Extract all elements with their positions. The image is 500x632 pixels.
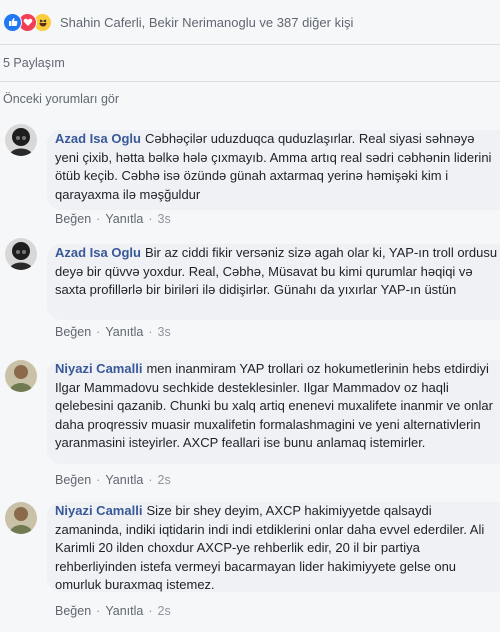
separator: · bbox=[96, 473, 101, 487]
comment-author[interactable]: Azad Isa Oglu bbox=[55, 131, 141, 146]
avatar[interactable] bbox=[5, 124, 37, 156]
comment-bubble: Niyazi Camalli men inanmiram YAP trollari… bbox=[47, 360, 500, 464]
separator: · bbox=[96, 325, 101, 339]
comment-actions: Beğen · Yanıtla · 3s bbox=[55, 325, 171, 339]
comment-bubble: Azad Isa Oglu Cəbhəçilər uduzduqca quduzl… bbox=[47, 130, 500, 210]
like-button[interactable]: Beğen bbox=[55, 604, 91, 618]
separator: · bbox=[148, 473, 153, 487]
reply-button[interactable]: Yanıtla bbox=[105, 212, 143, 226]
separator: · bbox=[96, 604, 101, 618]
previous-comments-link[interactable]: Önceki yorumları gör bbox=[3, 92, 119, 106]
like-button[interactable]: Beğen bbox=[55, 325, 91, 339]
comment-time[interactable]: 2s bbox=[158, 604, 171, 618]
reaction-icons bbox=[3, 12, 52, 32]
separator: · bbox=[148, 325, 153, 339]
reactions-text[interactable]: Shahin Caferli, Bekir Nerimanoglu ve 387… bbox=[60, 15, 353, 30]
avatar[interactable] bbox=[5, 238, 37, 270]
comment-author[interactable]: Niyazi Camalli bbox=[55, 503, 142, 518]
like-button[interactable]: Beğen bbox=[55, 473, 91, 487]
avatar[interactable] bbox=[5, 502, 37, 534]
comment-time[interactable]: 3s bbox=[158, 325, 171, 339]
shares-link[interactable]: 5 Paylaşım bbox=[3, 56, 65, 70]
comment-actions: Beğen · Yanıtla · 2s bbox=[55, 473, 171, 487]
comment-time[interactable]: 2s bbox=[158, 473, 171, 487]
separator: · bbox=[96, 212, 101, 226]
reply-button[interactable]: Yanıtla bbox=[105, 325, 143, 339]
comment-author[interactable]: Niyazi Camalli bbox=[55, 361, 142, 376]
comment-actions: Beğen · Yanıtla · 2s bbox=[55, 604, 171, 618]
comment-author[interactable]: Azad Isa Oglu bbox=[55, 245, 141, 260]
reactions-bar[interactable]: Shahin Caferli, Bekir Nerimanoglu ve 387… bbox=[0, 8, 500, 36]
avatar[interactable] bbox=[5, 360, 37, 392]
comment-time[interactable]: 3s bbox=[158, 212, 171, 226]
like-icon bbox=[3, 12, 22, 32]
separator: · bbox=[148, 604, 153, 618]
reply-button[interactable]: Yanıtla bbox=[105, 604, 143, 618]
shares-row: 5 Paylaşım bbox=[0, 44, 500, 82]
reply-button[interactable]: Yanıtla bbox=[105, 473, 143, 487]
separator: · bbox=[148, 212, 153, 226]
like-button[interactable]: Beğen bbox=[55, 212, 91, 226]
comment-actions: Beğen · Yanıtla · 3s bbox=[55, 212, 171, 226]
comment-bubble: Azad Isa Oglu Bir az ciddi fikir versəniz… bbox=[47, 244, 500, 320]
comment-bubble: Niyazi Camalli Size bir shey deyim, AXCP … bbox=[47, 502, 500, 592]
